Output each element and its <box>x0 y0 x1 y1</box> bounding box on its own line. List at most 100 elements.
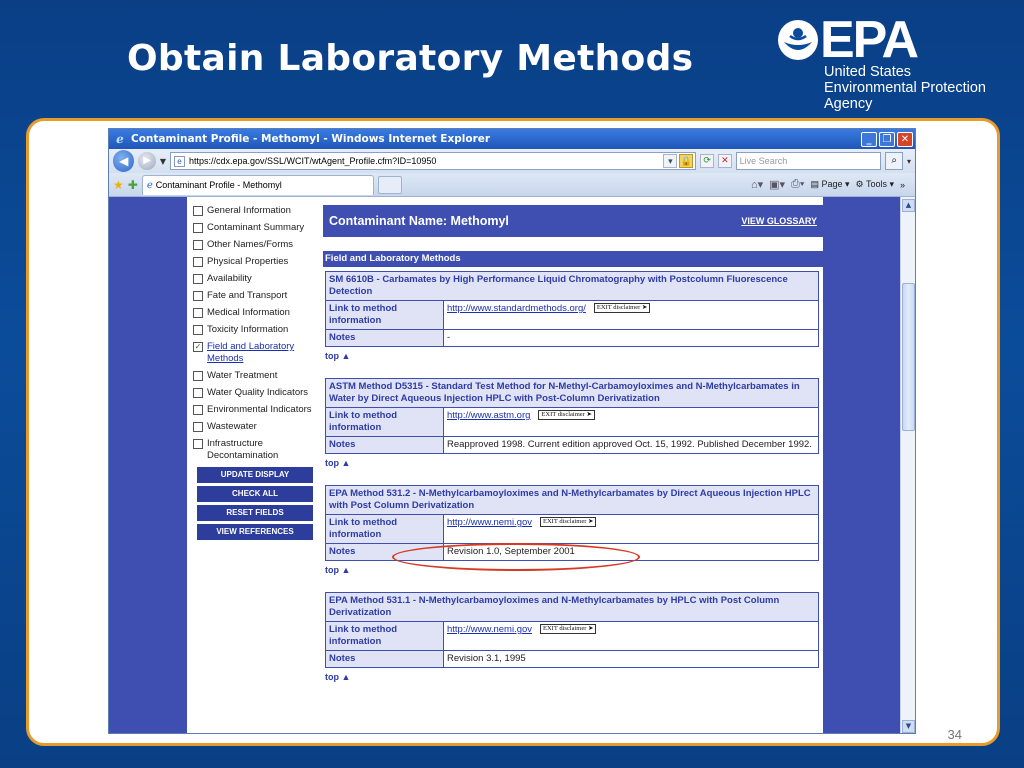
search-icon[interactable]: ⌕ <box>885 152 903 170</box>
sidebar-item[interactable]: Wastewater <box>193 421 321 433</box>
method-link[interactable]: http://www.nemi.gov <box>447 624 532 635</box>
checkbox[interactable] <box>193 422 203 432</box>
address-input[interactable]: e https://cdx.epa.gov/SSL/WCIT/wtAgent_P… <box>169 152 697 170</box>
checkbox[interactable] <box>193 388 203 398</box>
tools-menu[interactable]: ⚙ Tools ▾ <box>856 179 894 190</box>
exit-disclaimer-link[interactable]: EXIT disclaimer ➤ <box>593 303 651 313</box>
scroll-up-icon[interactable]: ▲ <box>902 199 915 212</box>
vertical-scrollbar[interactable]: ▲ ▼ <box>900 197 915 733</box>
method-link[interactable]: http://www.nemi.gov <box>447 517 532 528</box>
feeds-icon[interactable]: ▣▾ <box>769 178 785 191</box>
scroll-down-icon[interactable]: ▼ <box>902 720 915 733</box>
close-button[interactable]: ✕ <box>897 131 913 147</box>
maximize-button[interactable]: ❐ <box>879 131 895 147</box>
new-tab-button[interactable] <box>377 175 402 194</box>
history-dropdown-icon[interactable]: ▼ <box>160 157 166 166</box>
method-title: EPA Method 531.1 - N-Methylcarbamoyloxim… <box>325 592 819 622</box>
sidebar-item[interactable]: Medical Information <box>193 307 321 319</box>
address-bar-row: ◀ ▶ ▼ e https://cdx.epa.gov/SSL/WCIT/wtA… <box>109 149 915 173</box>
chevron-more-icon[interactable]: » <box>900 180 905 190</box>
browser-window: ℯ Contaminant Profile - Methomyl - Windo… <box>108 128 916 734</box>
sidebar-item[interactable]: Environmental Indicators <box>193 404 321 416</box>
sidebar-buttons: UPDATE DISPLAY CHECK ALL RESET FIELDS VIEW … <box>187 467 321 540</box>
add-favorites-icon[interactable]: ✚ <box>128 178 138 192</box>
sidebar-button[interactable]: UPDATE DISPLAY <box>197 467 313 483</box>
epa-agency-name: United States Environmental Protection A… <box>824 64 986 112</box>
method-table: SM 6610B - Carbamates by High Performanc… <box>325 271 819 347</box>
sidebar-item[interactable]: General Information <box>193 205 321 217</box>
sidebar-item[interactable]: Water Quality Indicators <box>193 387 321 399</box>
top-link[interactable]: top ▲ <box>325 458 823 474</box>
exit-disclaimer-link[interactable]: EXIT disclaimer ➤ <box>540 624 597 634</box>
forward-button[interactable]: ▶ <box>138 152 156 170</box>
home-icon[interactable]: ⌂▾ <box>751 178 763 191</box>
checkbox[interactable] <box>193 206 203 216</box>
sidebar-item[interactable]: Contaminant Summary <box>193 222 321 234</box>
link-label: Link to method information <box>325 621 444 651</box>
method-link[interactable]: http://www.standardmethods.org/ <box>447 303 586 314</box>
epa-flower-icon <box>778 20 818 60</box>
notes-label: Notes <box>325 329 444 347</box>
checkbox[interactable] <box>193 308 203 318</box>
view-glossary-link[interactable]: VIEW GLOSSARY <box>741 216 817 226</box>
link-label: Link to method information <box>325 300 444 330</box>
ie-icon: ℯ <box>116 132 124 146</box>
method-table: EPA Method 531.2 - N-Methylcarbamoyloxim… <box>325 485 819 561</box>
checkbox[interactable] <box>193 240 203 250</box>
method-notes: Revision 1.0, September 2001 <box>443 543 819 561</box>
exit-disclaimer-link[interactable]: EXIT disclaimer ➤ <box>540 517 597 527</box>
method-table: ASTM Method D5315 - Standard Test Method… <box>325 378 819 454</box>
checkbox[interactable] <box>193 405 203 415</box>
sidebar-item-label: Physical Properties <box>207 256 289 267</box>
dropdown-icon[interactable]: ▾ <box>663 154 678 168</box>
checkbox[interactable] <box>193 291 203 301</box>
sidebar-button[interactable]: VIEW REFERENCES <box>197 524 313 540</box>
scroll-thumb[interactable] <box>902 283 915 431</box>
methods-list: SM 6610B - Carbamates by High Performanc… <box>323 267 823 688</box>
sidebar-item-label: Environmental Indicators <box>207 404 312 415</box>
epa-wordmark: EPA <box>820 11 919 69</box>
checkbox[interactable] <box>193 274 203 284</box>
print-icon[interactable]: ⎙▾ <box>791 178 804 191</box>
stop-icon[interactable]: ✕ <box>718 154 732 168</box>
favorites-star-icon[interactable]: ★ <box>113 178 124 192</box>
link-cell: http://www.nemi.gov EXIT disclaimer ➤ <box>443 621 819 651</box>
checkbox[interactable] <box>193 439 203 449</box>
top-link[interactable]: top ▲ <box>325 672 823 688</box>
search-options-icon[interactable]: ▾ <box>907 157 911 166</box>
up-arrow-icon: ▲ <box>341 565 351 575</box>
sidebar-item[interactable]: Fate and Transport <box>193 290 321 302</box>
method-title: SM 6610B - Carbamates by High Performanc… <box>325 271 819 301</box>
sidebar-item[interactable]: Water Treatment <box>193 370 321 382</box>
top-link[interactable]: top ▲ <box>325 351 823 367</box>
sidebar-item-label: Wastewater <box>207 421 257 432</box>
checkbox[interactable] <box>193 223 203 233</box>
minimize-button[interactable]: _ <box>861 131 877 147</box>
tab-contaminant-profile[interactable]: ℯ Contaminant Profile - Methomyl <box>141 174 374 195</box>
checkbox[interactable]: ✓ <box>193 342 203 352</box>
exit-disclaimer-link[interactable]: EXIT disclaimer ➤ <box>538 410 595 420</box>
sidebar-item-label: Contaminant Summary <box>207 222 305 233</box>
sidebar-item[interactable]: Physical Properties <box>193 256 321 268</box>
method-link[interactable]: http://www.astm.org <box>447 410 530 421</box>
back-button[interactable]: ◀ <box>113 150 135 172</box>
sidebar-item-label: Other Names/Forms <box>207 239 294 250</box>
title-bar: ℯ Contaminant Profile - Methomyl - Windo… <box>109 129 915 149</box>
sidebar-item[interactable]: Availability <box>193 273 321 285</box>
checkbox[interactable] <box>193 257 203 267</box>
sidebar-item-label: Field and Laboratory Methods <box>207 341 295 364</box>
sidebar-item-label: Toxicity Information <box>207 324 289 335</box>
top-link[interactable]: top ▲ <box>325 565 823 581</box>
sidebar-item[interactable]: Infrastructure Decontamination <box>193 438 321 462</box>
checkbox[interactable] <box>193 371 203 381</box>
sidebar-button[interactable]: CHECK ALL <box>197 486 313 502</box>
page-menu[interactable]: ▤ Page ▾ <box>810 179 849 190</box>
sidebar-item[interactable]: Other Names/Forms <box>193 239 321 251</box>
sidebar-button[interactable]: RESET FIELDS <box>197 505 313 521</box>
search-input[interactable]: Live Search <box>735 152 882 170</box>
checkbox[interactable] <box>193 325 203 335</box>
refresh-icon[interactable]: ⟳ <box>700 154 715 168</box>
sidebar-item[interactable]: ✓ Field and Laboratory Methods <box>193 341 321 365</box>
sidebar-item[interactable]: Toxicity Information <box>193 324 321 336</box>
lock-icon[interactable]: 🔒 <box>679 154 694 168</box>
